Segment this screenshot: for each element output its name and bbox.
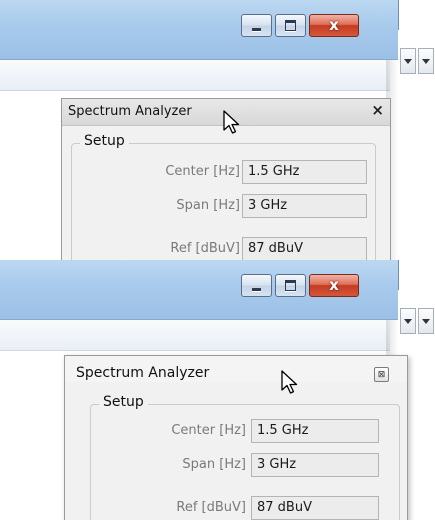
span-field[interactable]: 3 GHz	[251, 453, 379, 477]
window-title-bar[interactable]: x	[0, 260, 399, 320]
chevron-down-icon	[422, 59, 430, 64]
toolbar-strip	[0, 60, 390, 91]
close-icon: x	[329, 276, 339, 294]
setup-group-label: Setup	[80, 133, 129, 149]
center-field[interactable]: 1.5 GHz	[251, 419, 379, 443]
dropdown-button-secondary[interactable]	[418, 308, 434, 334]
dropdown-button-secondary[interactable]	[418, 48, 434, 74]
maximize-button[interactable]	[275, 274, 306, 297]
ref-row: Ref [dBuV] 87 dBuV	[72, 237, 375, 260]
center-label: Center [Hz]	[165, 164, 240, 179]
chevron-down-icon	[404, 319, 412, 324]
mouse-pointer-icon	[223, 110, 240, 134]
ref-label: Ref [dBuV]	[170, 241, 240, 256]
setup-group: Setup Center [Hz] 1.5 GHz Span [Hz] 3 GH…	[71, 133, 376, 260]
minimize-button[interactable]	[241, 274, 272, 297]
chevron-down-icon	[422, 319, 430, 324]
close-button[interactable]: x	[309, 274, 359, 297]
ref-field[interactable]: 87 dBuV	[242, 237, 367, 260]
maximize-button[interactable]	[275, 14, 306, 37]
ref-field[interactable]: 87 dBuV	[251, 496, 379, 520]
span-row: Span [Hz] 3 GHz	[72, 194, 375, 218]
center-row: Center [Hz] 1.5 GHz	[91, 419, 399, 443]
tool-window-close-button[interactable]: ×	[371, 103, 384, 118]
center-label: Center [Hz]	[171, 423, 246, 438]
span-label: Span [Hz]	[176, 198, 240, 213]
mouse-pointer-icon	[281, 370, 298, 394]
minimize-button[interactable]	[241, 14, 272, 37]
center-field[interactable]: 1.5 GHz	[242, 160, 367, 184]
ref-row: Ref [dBuV] 87 dBuV	[91, 496, 399, 520]
dropdown-button[interactable]	[400, 308, 416, 334]
tool-window-title-bar[interactable]: Spectrum Analyzer ⊠	[65, 356, 407, 382]
span-label: Span [Hz]	[182, 457, 246, 472]
spectrum-analyzer-tool-window: Spectrum Analyzer ⊠ Setup Center [Hz] 1.…	[64, 355, 408, 520]
window-title-bar[interactable]: x	[0, 0, 399, 60]
maximize-icon	[285, 20, 296, 31]
tool-window-title: Spectrum Analyzer	[68, 104, 192, 119]
dropdown-button[interactable]	[400, 48, 416, 74]
setup-group-label: Setup	[99, 394, 148, 410]
minimize-icon	[252, 27, 261, 31]
tool-window-close-button[interactable]: ⊠	[374, 367, 389, 382]
center-row: Center [Hz] 1.5 GHz	[72, 160, 375, 184]
screenshot-panel-bottom: x Spectrum Analyzer ⊠ Setup Center [Hz] …	[0, 260, 435, 520]
close-button[interactable]: x	[309, 14, 359, 37]
neighbor-window-edge	[398, 30, 435, 260]
close-icon: x	[329, 16, 339, 34]
chevron-down-icon	[404, 59, 412, 64]
screenshot-panel-top: x Spectrum Analyzer × Setup Center [Hz] …	[0, 0, 435, 260]
span-field[interactable]: 3 GHz	[242, 194, 367, 218]
minimize-icon	[252, 287, 261, 291]
maximize-icon	[285, 280, 296, 291]
setup-group: Setup Center [Hz] 1.5 GHz Span [Hz] 3 GH…	[90, 394, 400, 520]
span-row: Span [Hz] 3 GHz	[91, 453, 399, 477]
ref-label: Ref [dBuV]	[176, 500, 246, 515]
tool-window-title: Spectrum Analyzer	[76, 365, 210, 381]
toolbar-strip	[0, 320, 390, 351]
